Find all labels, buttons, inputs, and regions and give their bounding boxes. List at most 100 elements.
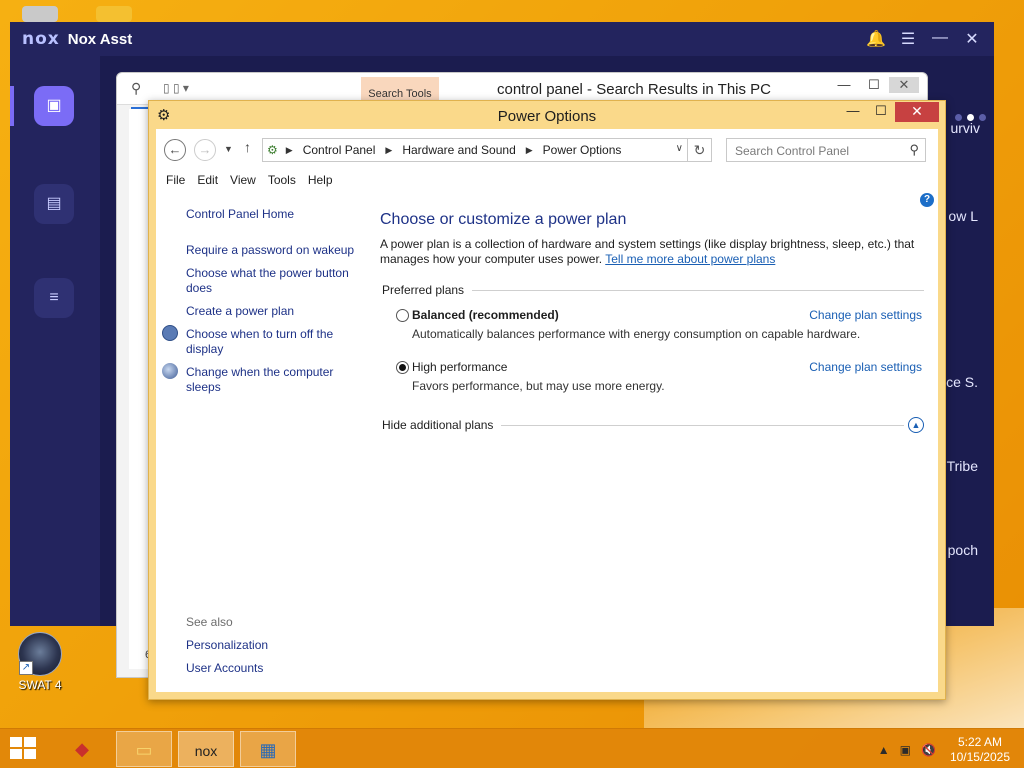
chevron-right-icon[interactable]: ▶: [385, 145, 392, 156]
clock-time: 5:22 AM: [957, 735, 1002, 749]
breadcrumb-control-panel[interactable]: Control Panel: [303, 143, 376, 157]
plan-description: A power plan is a collection of hardware…: [380, 237, 920, 267]
search-input[interactable]: Search Control Panel ⚲: [726, 138, 926, 162]
computer-sleeps-link[interactable]: Change when the computer sleeps: [186, 365, 356, 395]
breadcrumb-power-options[interactable]: Power Options: [543, 143, 622, 157]
menu-edit[interactable]: Edit: [191, 169, 224, 191]
plan-desc: Automatically balances performance with …: [412, 327, 861, 341]
control-panel-taskbar-icon[interactable]: ▦: [240, 731, 296, 767]
explorer-title: control panel - Search Results in This P…: [497, 81, 772, 98]
power-options-window: ⚙ Power Options — ☐ ✕ ← → ▼ ↑ ⚙ ▶ Contro…: [148, 100, 946, 700]
chevron-up-icon[interactable]: ▲: [878, 743, 890, 757]
turn-off-display-link[interactable]: Choose when to turn off the display: [186, 327, 356, 357]
minimize-icon[interactable]: —: [839, 102, 867, 122]
maximize-icon[interactable]: ☐: [859, 77, 889, 93]
forward-arrow-icon[interactable]: →: [194, 139, 216, 161]
address-row: ← → ▼ ↑ ⚙ ▶ Control Panel ▶ Hardware and…: [156, 135, 938, 163]
hide-additional-plans-label[interactable]: Hide additional plans: [382, 418, 493, 432]
divider: [472, 289, 924, 291]
bell-icon[interactable]: 🔔: [860, 29, 892, 49]
nox-titlebar: nox Nox Asst 🔔 ☰ — ✕: [10, 22, 994, 56]
left-pane: Control Panel Home Require a password on…: [156, 203, 366, 692]
plan-name[interactable]: Balanced (recommended): [412, 308, 559, 322]
breadcrumb-hardware-sound[interactable]: Hardware and Sound: [402, 143, 515, 157]
menu-file[interactable]: File: [160, 169, 191, 191]
desktop-shortcut-swat4[interactable]: ↗ SWAT 4: [14, 632, 66, 692]
control-panel-home-link[interactable]: Control Panel Home: [186, 207, 366, 222]
minimize-icon[interactable]: —: [829, 77, 859, 93]
refresh-icon[interactable]: ↻: [688, 138, 712, 162]
game-title-partial[interactable]: ce S.: [946, 374, 978, 390]
control-panel-icon: ⚙: [267, 143, 278, 157]
page-title: Choose or customize a power plan: [380, 211, 627, 228]
search-icon: ⚲: [131, 80, 142, 96]
address-bar[interactable]: ⚙ ▶ Control Panel ▶ Hardware and Sound ▶…: [262, 138, 688, 162]
chevron-right-icon[interactable]: ▶: [526, 145, 533, 156]
quick-access-icon[interactable]: ▯ ▯ ▾: [163, 81, 189, 95]
close-icon[interactable]: ✕: [895, 102, 939, 122]
preferred-plans-header: Preferred plans: [382, 283, 924, 297]
windows-start-icon[interactable]: [10, 737, 38, 761]
nox-taskbar-icon[interactable]: nox: [178, 731, 234, 767]
tell-me-more-link[interactable]: Tell me more about power plans: [605, 252, 775, 266]
help-icon[interactable]: ?: [920, 193, 934, 207]
see-also-label: See also: [186, 615, 233, 629]
fox-app-icon[interactable]: ◆: [54, 731, 110, 767]
close-icon[interactable]: ✕: [889, 77, 919, 93]
menu-bar: File Edit View Tools Help: [156, 169, 339, 191]
hide-additional-plans-row: Hide additional plans ▲: [382, 417, 924, 433]
search-icon[interactable]: ⚲: [909, 142, 919, 158]
game-title-partial[interactable]: urviv: [950, 120, 980, 136]
taskbar: ◆ ▭ nox ▦ ▲ ▣ 🔇 5:22 AM 10/15/2025: [0, 728, 1024, 768]
close-icon[interactable]: ✕: [956, 29, 988, 49]
recent-locations-icon[interactable]: ▼: [224, 144, 233, 154]
preferred-plans-label: Preferred plans: [382, 283, 465, 297]
chevron-up-icon[interactable]: ▲: [908, 417, 924, 433]
desktop-icon-partial[interactable]: [22, 6, 58, 22]
clock-date: 10/15/2025: [949, 750, 1010, 764]
nox-logo: nox: [22, 29, 60, 49]
active-indicator: [10, 86, 14, 126]
require-password-link[interactable]: Require a password on wakeup: [186, 243, 366, 258]
desktop-icon-partial[interactable]: [96, 6, 132, 22]
high-performance-radio[interactable]: [396, 361, 409, 374]
menu-view[interactable]: View: [224, 169, 262, 191]
menu-icon[interactable]: ☰: [892, 29, 924, 49]
power-options-titlebar: ⚙ Power Options — ☐ ✕: [149, 101, 945, 129]
change-plan-settings-link[interactable]: Change plan settings: [809, 308, 922, 322]
game-title-partial[interactable]: poch: [948, 542, 978, 558]
network-icon[interactable]: ▣: [900, 743, 911, 757]
maximize-icon[interactable]: ☐: [867, 102, 895, 122]
system-tray: ▲ ▣ 🔇 5:22 AM 10/15/2025: [878, 735, 1010, 765]
menu-help[interactable]: Help: [302, 169, 339, 191]
volume-muted-icon[interactable]: 🔇: [921, 743, 936, 757]
balanced-radio[interactable]: [396, 309, 409, 322]
file-explorer-icon[interactable]: ▭: [116, 731, 172, 767]
nox-home-icon[interactable]: ▣: [34, 86, 74, 126]
power-button-link[interactable]: Choose what the power button does: [186, 266, 361, 296]
chevron-right-icon[interactable]: ▶: [286, 145, 293, 156]
nox-store-icon[interactable]: ▤: [34, 184, 74, 224]
nox-apps-icon[interactable]: ≡: [34, 278, 74, 318]
chevron-down-icon[interactable]: ∨: [676, 143, 683, 154]
personalization-link[interactable]: Personalization: [186, 638, 366, 653]
minimize-icon[interactable]: —: [924, 29, 956, 49]
swat4-icon: ↗: [18, 632, 62, 676]
user-accounts-link[interactable]: User Accounts: [186, 661, 366, 676]
plan-name[interactable]: High performance: [412, 360, 507, 374]
nox-title: Nox Asst: [67, 30, 133, 48]
up-arrow-icon[interactable]: ↑: [244, 139, 251, 155]
change-plan-settings-link[interactable]: Change plan settings: [809, 360, 922, 374]
power-options-body: ← → ▼ ↑ ⚙ ▶ Control Panel ▶ Hardware and…: [156, 129, 938, 692]
game-title-partial[interactable]: ow L: [948, 208, 978, 224]
game-title-partial[interactable]: Tribe: [947, 458, 978, 474]
window-title: Power Options: [497, 108, 597, 125]
clock[interactable]: 5:22 AM 10/15/2025: [950, 735, 1010, 765]
back-arrow-icon[interactable]: ←: [164, 139, 186, 161]
search-placeholder: Search Control Panel: [735, 144, 850, 158]
plan-desc: Favors performance, but may use more ene…: [412, 379, 665, 393]
menu-tools[interactable]: Tools: [262, 169, 302, 191]
create-power-plan-link[interactable]: Create a power plan: [186, 304, 366, 319]
moon-sleep-icon: [162, 363, 178, 379]
shortcut-label: SWAT 4: [18, 678, 62, 692]
